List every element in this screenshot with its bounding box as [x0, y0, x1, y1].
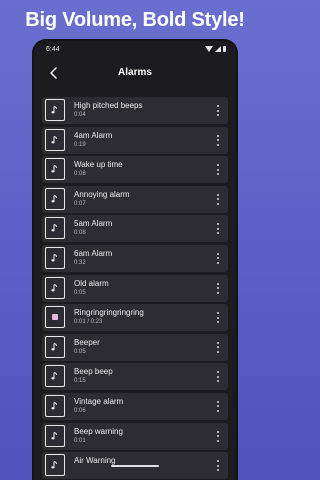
- more-options-icon[interactable]: [214, 252, 222, 265]
- more-options-icon[interactable]: [214, 222, 222, 235]
- more-options-icon[interactable]: [214, 193, 222, 206]
- play-button[interactable]: [45, 246, 65, 269]
- alarm-title: Annoying alarm: [74, 189, 130, 199]
- alarm-duration: 0:05: [74, 289, 86, 296]
- phone-frame: 6:44 Alarms High pitched beeps 0:04 4am Al…: [34, 41, 236, 480]
- play-button[interactable]: [45, 99, 65, 121]
- alarm-row[interactable]: High pitched beeps 0:04: [42, 97, 228, 124]
- alarm-duration: 0:04: [74, 112, 86, 118]
- app-bar: Alarms: [34, 57, 236, 88]
- alarm-duration: 0:06: [74, 407, 86, 414]
- alarm-title: Beep beep: [74, 367, 113, 377]
- home-indicator[interactable]: [111, 465, 159, 467]
- music-note-icon: [50, 460, 60, 470]
- music-note-icon: [50, 283, 60, 293]
- alarm-title: 6am Alarm: [74, 248, 113, 258]
- play-button[interactable]: [45, 128, 65, 151]
- signal-icon: [215, 46, 221, 52]
- play-button[interactable]: [45, 187, 65, 210]
- music-note-icon: [50, 401, 60, 411]
- play-button[interactable]: [45, 394, 65, 417]
- status-icons: [205, 46, 226, 52]
- music-note-icon: [50, 164, 60, 174]
- more-options-icon[interactable]: [214, 311, 222, 324]
- more-options-icon[interactable]: [214, 370, 222, 383]
- alarm-duration: 0:08: [74, 230, 86, 237]
- status-bar: 6:44: [34, 41, 236, 57]
- play-button[interactable]: [45, 335, 65, 358]
- music-note-icon: [50, 431, 60, 441]
- play-button[interactable]: [45, 424, 65, 447]
- music-note-icon: [50, 253, 60, 263]
- play-button[interactable]: [45, 158, 65, 181]
- more-options-icon[interactable]: [214, 163, 222, 176]
- stop-icon: [52, 314, 58, 321]
- music-note-icon: [50, 194, 60, 204]
- alarm-duration: 0:07: [74, 200, 86, 207]
- alarm-row[interactable]: Wake up time 0:08: [42, 156, 228, 184]
- battery-icon: [223, 46, 226, 52]
- music-note-icon: [50, 223, 60, 233]
- alarm-duration: 0:08: [74, 171, 86, 178]
- alarm-duration: 0:05: [74, 348, 86, 355]
- more-options-icon[interactable]: [214, 400, 222, 413]
- more-options-icon[interactable]: [214, 104, 222, 117]
- more-options-icon[interactable]: [214, 341, 222, 354]
- alarm-title: Ringringringringring: [74, 308, 144, 318]
- alarm-row[interactable]: Beep beep 0:15: [42, 363, 228, 391]
- stop-button[interactable]: [45, 306, 65, 329]
- alarm-row[interactable]: Beeper 0:05: [42, 333, 228, 361]
- play-button[interactable]: [45, 217, 65, 240]
- play-button[interactable]: [45, 454, 65, 477]
- page-title: Alarms: [118, 67, 152, 78]
- alarm-row[interactable]: Vintage alarm 0:06: [42, 392, 228, 420]
- alarm-row[interactable]: Old alarm 0:05: [42, 274, 228, 302]
- alarm-row[interactable]: 6am Alarm 0:32: [42, 244, 228, 272]
- play-button[interactable]: [45, 365, 65, 388]
- alarm-title: Wake up time: [74, 160, 123, 170]
- alarm-title: 4am Alarm: [74, 130, 113, 140]
- alarm-duration: 0:32: [74, 259, 86, 266]
- more-options-icon[interactable]: [214, 134, 222, 147]
- alarm-list: High pitched beeps 0:04 4am Alarm 0:19 Wake …: [42, 97, 228, 480]
- alarm-duration: 0:01 / 0:23: [74, 319, 103, 326]
- alarm-title: Air Warning: [74, 456, 116, 466]
- alarm-duration: 0:19: [74, 141, 86, 148]
- alarm-row[interactable]: Annoying alarm 0:07: [42, 185, 228, 213]
- music-note-icon: [50, 135, 60, 145]
- alarm-duration: 0:15: [74, 378, 86, 385]
- promo-title: Big Volume, Bold Style!: [25, 9, 245, 31]
- alarm-row[interactable]: Beep warning 0:01: [42, 422, 228, 450]
- music-note-icon: [50, 371, 60, 381]
- alarm-title: Vintage alarm: [74, 396, 124, 406]
- alarm-title: Old alarm: [74, 278, 109, 288]
- music-note-icon: [50, 342, 60, 352]
- alarm-row[interactable]: 5am Alarm 0:08: [42, 215, 228, 243]
- music-note-icon: [50, 105, 60, 115]
- wifi-icon: [205, 46, 213, 52]
- alarm-title: Beep warning: [74, 426, 123, 436]
- status-time: 6:44: [46, 46, 60, 53]
- more-options-icon[interactable]: [214, 430, 222, 443]
- more-options-icon[interactable]: [214, 282, 222, 295]
- alarm-row[interactable]: 4am Alarm 0:19: [42, 126, 228, 154]
- alarm-title: 5am Alarm: [74, 219, 113, 229]
- play-button[interactable]: [45, 276, 65, 299]
- alarm-title: High pitched beeps: [74, 101, 143, 110]
- alarm-row[interactable]: Ringringringringring 0:01 / 0:23: [42, 304, 228, 332]
- alarm-title: Beeper: [74, 337, 100, 347]
- more-options-icon[interactable]: [214, 459, 222, 472]
- alarm-duration: 0:01: [74, 437, 86, 444]
